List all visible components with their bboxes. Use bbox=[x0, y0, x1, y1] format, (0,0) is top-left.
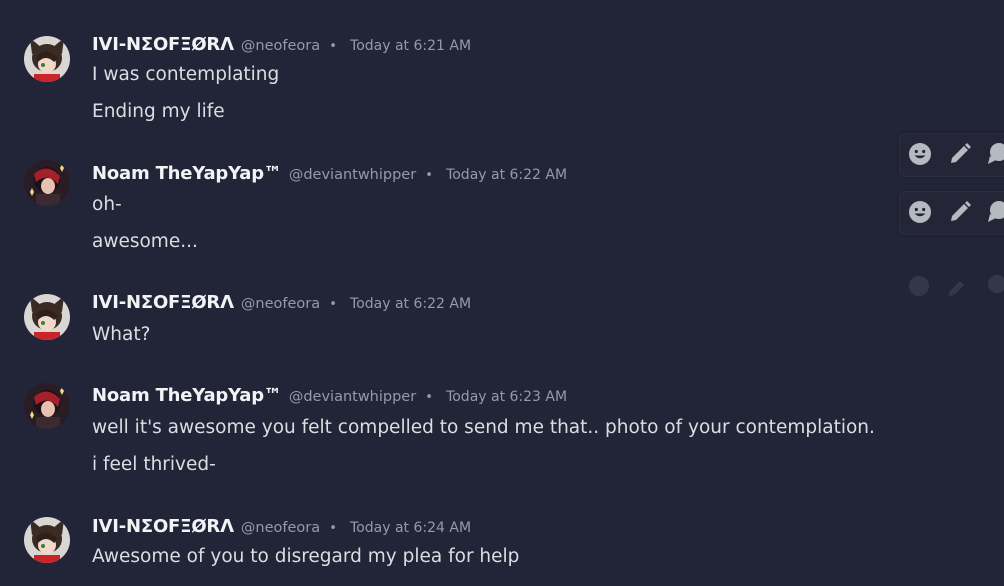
timestamp[interactable]: Today at 6:24 AM bbox=[350, 520, 471, 536]
message-header: Noam TheYapYap™ @deviantwhipper • Today … bbox=[92, 385, 567, 406]
timestamp[interactable]: Today at 6:23 AM bbox=[446, 389, 567, 405]
message-action-toolbar bbox=[899, 191, 1004, 235]
message-text: well it's awesome you felt compelled to … bbox=[92, 417, 875, 438]
message-text: Ending my life bbox=[92, 101, 225, 122]
message-header: IVI-NΣOFΞØRΛ @neofeora • Today at 6:24 A… bbox=[92, 516, 471, 537]
faded-toolbar-ghost bbox=[905, 272, 1004, 300]
avatar[interactable] bbox=[24, 36, 70, 82]
message-action-toolbar bbox=[899, 133, 1004, 177]
username[interactable]: IVI-NΣOFΞØRΛ bbox=[92, 292, 234, 313]
add-reaction-icon[interactable] bbox=[908, 200, 932, 224]
reply-icon[interactable] bbox=[986, 200, 1004, 224]
edit-icon[interactable] bbox=[948, 200, 972, 224]
username[interactable]: Noam TheYapYap™ bbox=[92, 163, 282, 184]
avatar[interactable] bbox=[24, 383, 70, 429]
message-text: awesome... bbox=[92, 231, 198, 252]
separator-dot: • bbox=[329, 521, 337, 536]
message-header: IVI-NΣOFΞØRΛ @neofeora • Today at 6:22 A… bbox=[92, 292, 471, 313]
separator-dot: • bbox=[329, 39, 337, 54]
avatar[interactable] bbox=[24, 294, 70, 340]
user-handle[interactable]: @deviantwhipper bbox=[289, 389, 416, 405]
message-text: What? bbox=[92, 324, 151, 345]
user-handle[interactable]: @neofeora bbox=[241, 520, 320, 536]
separator-dot: • bbox=[425, 168, 433, 183]
username[interactable]: Noam TheYapYap™ bbox=[92, 385, 282, 406]
username[interactable]: IVI-NΣOFΞØRΛ bbox=[92, 516, 234, 537]
timestamp[interactable]: Today at 6:21 AM bbox=[350, 38, 471, 54]
avatar[interactable] bbox=[24, 160, 70, 206]
timestamp[interactable]: Today at 6:22 AM bbox=[350, 296, 471, 312]
message-text: Awesome of you to disregard my plea for … bbox=[92, 546, 520, 567]
avatar[interactable] bbox=[24, 517, 70, 563]
reply-icon[interactable] bbox=[986, 142, 1004, 166]
user-handle[interactable]: @deviantwhipper bbox=[289, 167, 416, 183]
message-text: oh- bbox=[92, 194, 122, 215]
message-text: i feel thrived- bbox=[92, 454, 216, 475]
user-handle[interactable]: @neofeora bbox=[241, 296, 320, 312]
chat-message-list[interactable]: IVI-NΣOFΞØRΛ @neofeora • Today at 6:21 A… bbox=[0, 0, 1004, 586]
add-reaction-icon[interactable] bbox=[908, 142, 932, 166]
separator-dot: • bbox=[425, 390, 433, 405]
timestamp[interactable]: Today at 6:22 AM bbox=[446, 167, 567, 183]
message-header: IVI-NΣOFΞØRΛ @neofeora • Today at 6:21 A… bbox=[92, 34, 471, 55]
separator-dot: • bbox=[329, 297, 337, 312]
message-header: Noam TheYapYap™ @deviantwhipper • Today … bbox=[92, 163, 567, 184]
username[interactable]: IVI-NΣOFΞØRΛ bbox=[92, 34, 234, 55]
edit-icon[interactable] bbox=[948, 142, 972, 166]
user-handle[interactable]: @neofeora bbox=[241, 38, 320, 54]
message-text: I was contemplating bbox=[92, 64, 280, 85]
